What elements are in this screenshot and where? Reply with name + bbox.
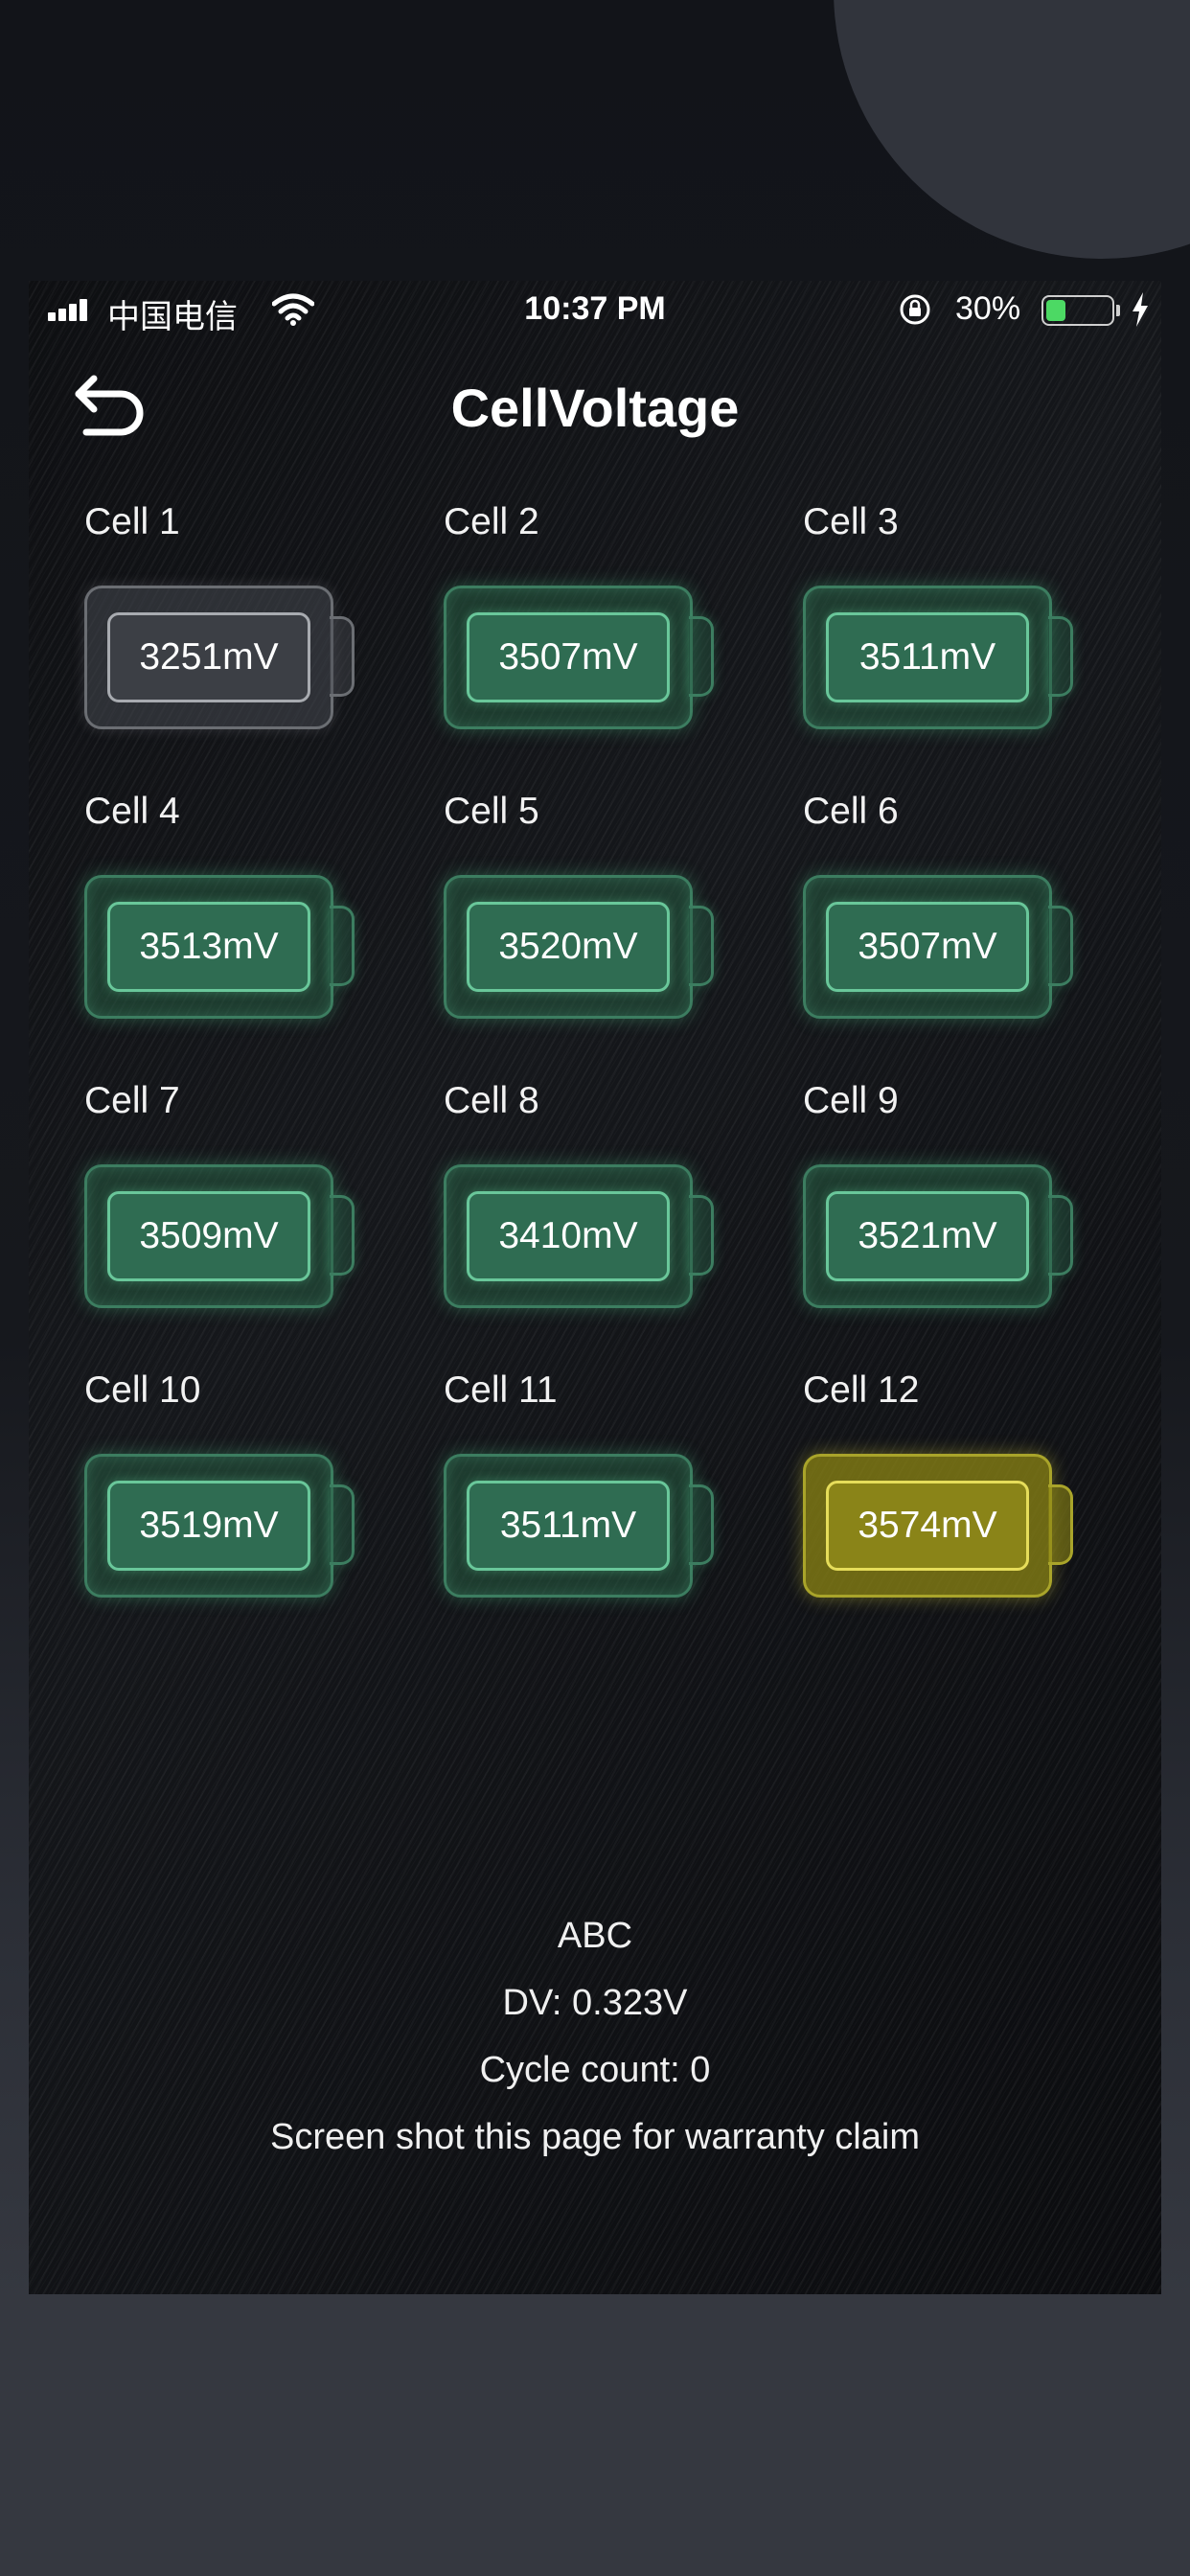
cell-item: Cell 12 3574mV: [803, 1369, 1129, 1647]
cell-battery-icon: 3521mV: [803, 1164, 1090, 1310]
page: 中国电信 10:37 PM 30% CellVoltage Cell 1 325…: [0, 0, 1190, 2576]
phone-screen: 中国电信 10:37 PM 30% CellVoltage Cell 1 325…: [29, 281, 1161, 2294]
cell-item: Cell 4 3513mV: [84, 791, 410, 1069]
cycle-count: Cycle count: 0: [479, 2050, 711, 2090]
battery-terminal: [330, 1484, 355, 1565]
cell-battery-icon: 3513mV: [84, 875, 372, 1021]
cell-battery-icon: 3511mV: [444, 1454, 731, 1599]
cell-item: Cell 11 3511mV: [444, 1369, 769, 1647]
cell-label: Cell 3: [803, 501, 899, 542]
warranty-note: Screen shot this page for warranty claim: [270, 2117, 920, 2157]
battery-terminal: [1048, 906, 1073, 986]
cell-label: Cell 6: [803, 791, 899, 832]
battery-terminal: [689, 906, 714, 986]
cell-item: Cell 9 3521mV: [803, 1080, 1129, 1358]
cell-battery-icon: 3507mV: [444, 586, 731, 731]
footer-info: ABC DV: 0.323V Cycle count: 0 Screen sho…: [29, 1902, 1161, 2171]
cell-item: Cell 5 3520mV: [444, 791, 769, 1069]
voltage-difference: DV: 0.323V: [502, 1983, 688, 2023]
cell-label: Cell 8: [444, 1080, 539, 1121]
cell-battery-icon: 3509mV: [84, 1164, 372, 1310]
cell-voltage: 3251mV: [107, 612, 310, 702]
cell-label: Cell 11: [444, 1369, 558, 1411]
cell-voltage: 3507mV: [467, 612, 670, 702]
cell-item: Cell 3 3511mV: [803, 501, 1129, 779]
rotation-lock-icon: [900, 294, 930, 325]
cell-battery-icon: 3410mV: [444, 1164, 731, 1310]
battery-terminal: [689, 1195, 714, 1276]
battery-terminal: [330, 906, 355, 986]
battery-fill: [1046, 300, 1065, 321]
cell-item: Cell 7 3509mV: [84, 1080, 410, 1358]
cell-battery-icon: 3520mV: [444, 875, 731, 1021]
cell-voltage: 3511mV: [826, 612, 1029, 702]
cell-label: Cell 2: [444, 501, 539, 542]
cell-voltage: 3511mV: [467, 1481, 670, 1571]
cell-label: Cell 4: [84, 791, 180, 832]
cell-label: Cell 10: [84, 1369, 201, 1411]
battery-terminal: [330, 616, 355, 697]
cell-label: Cell 12: [803, 1369, 920, 1411]
battery-percent: 30%: [955, 290, 1021, 327]
cell-battery-icon: 3519mV: [84, 1454, 372, 1599]
cell-battery-icon: 3511mV: [803, 586, 1090, 731]
cell-item: Cell 1 3251mV: [84, 501, 410, 779]
cell-item: Cell 6 3507mV: [803, 791, 1129, 1069]
cell-voltage: 3410mV: [467, 1191, 670, 1281]
cell-label: Cell 9: [803, 1080, 899, 1121]
cell-voltage: 3507mV: [826, 902, 1029, 992]
pack-name: ABC: [557, 1916, 633, 1956]
cell-voltage: 3519mV: [107, 1481, 310, 1571]
cell-label: Cell 7: [84, 1080, 180, 1121]
cell-item: Cell 2 3507mV: [444, 501, 769, 779]
status-bar: 中国电信 10:37 PM 30%: [29, 281, 1161, 342]
page-title: CellVoltage: [450, 378, 740, 438]
charging-bolt-icon: [1133, 292, 1148, 327]
battery-terminal: [330, 1195, 355, 1276]
cell-voltage: 3513mV: [107, 902, 310, 992]
cell-battery-icon: 3507mV: [803, 875, 1090, 1021]
cell-item: Cell 8 3410mV: [444, 1080, 769, 1358]
decorative-circle: [834, 0, 1190, 259]
cell-voltage: 3509mV: [107, 1191, 310, 1281]
battery-terminal: [1048, 1195, 1073, 1276]
battery-cap: [1116, 305, 1120, 316]
cell-battery-icon: 3251mV: [84, 586, 372, 731]
battery-terminal: [689, 616, 714, 697]
cell-label: Cell 1: [84, 501, 180, 542]
battery-terminal: [1048, 616, 1073, 697]
cell-voltage: 3520mV: [467, 902, 670, 992]
cell-voltage: 3574mV: [826, 1481, 1029, 1571]
battery-terminal: [1048, 1484, 1073, 1565]
cell-label: Cell 5: [444, 791, 539, 832]
cell-voltage: 3521mV: [826, 1191, 1029, 1281]
cell-item: Cell 10 3519mV: [84, 1369, 410, 1647]
battery-terminal: [689, 1484, 714, 1565]
battery-icon: [1041, 295, 1114, 326]
cell-battery-icon: 3574mV: [803, 1454, 1090, 1599]
